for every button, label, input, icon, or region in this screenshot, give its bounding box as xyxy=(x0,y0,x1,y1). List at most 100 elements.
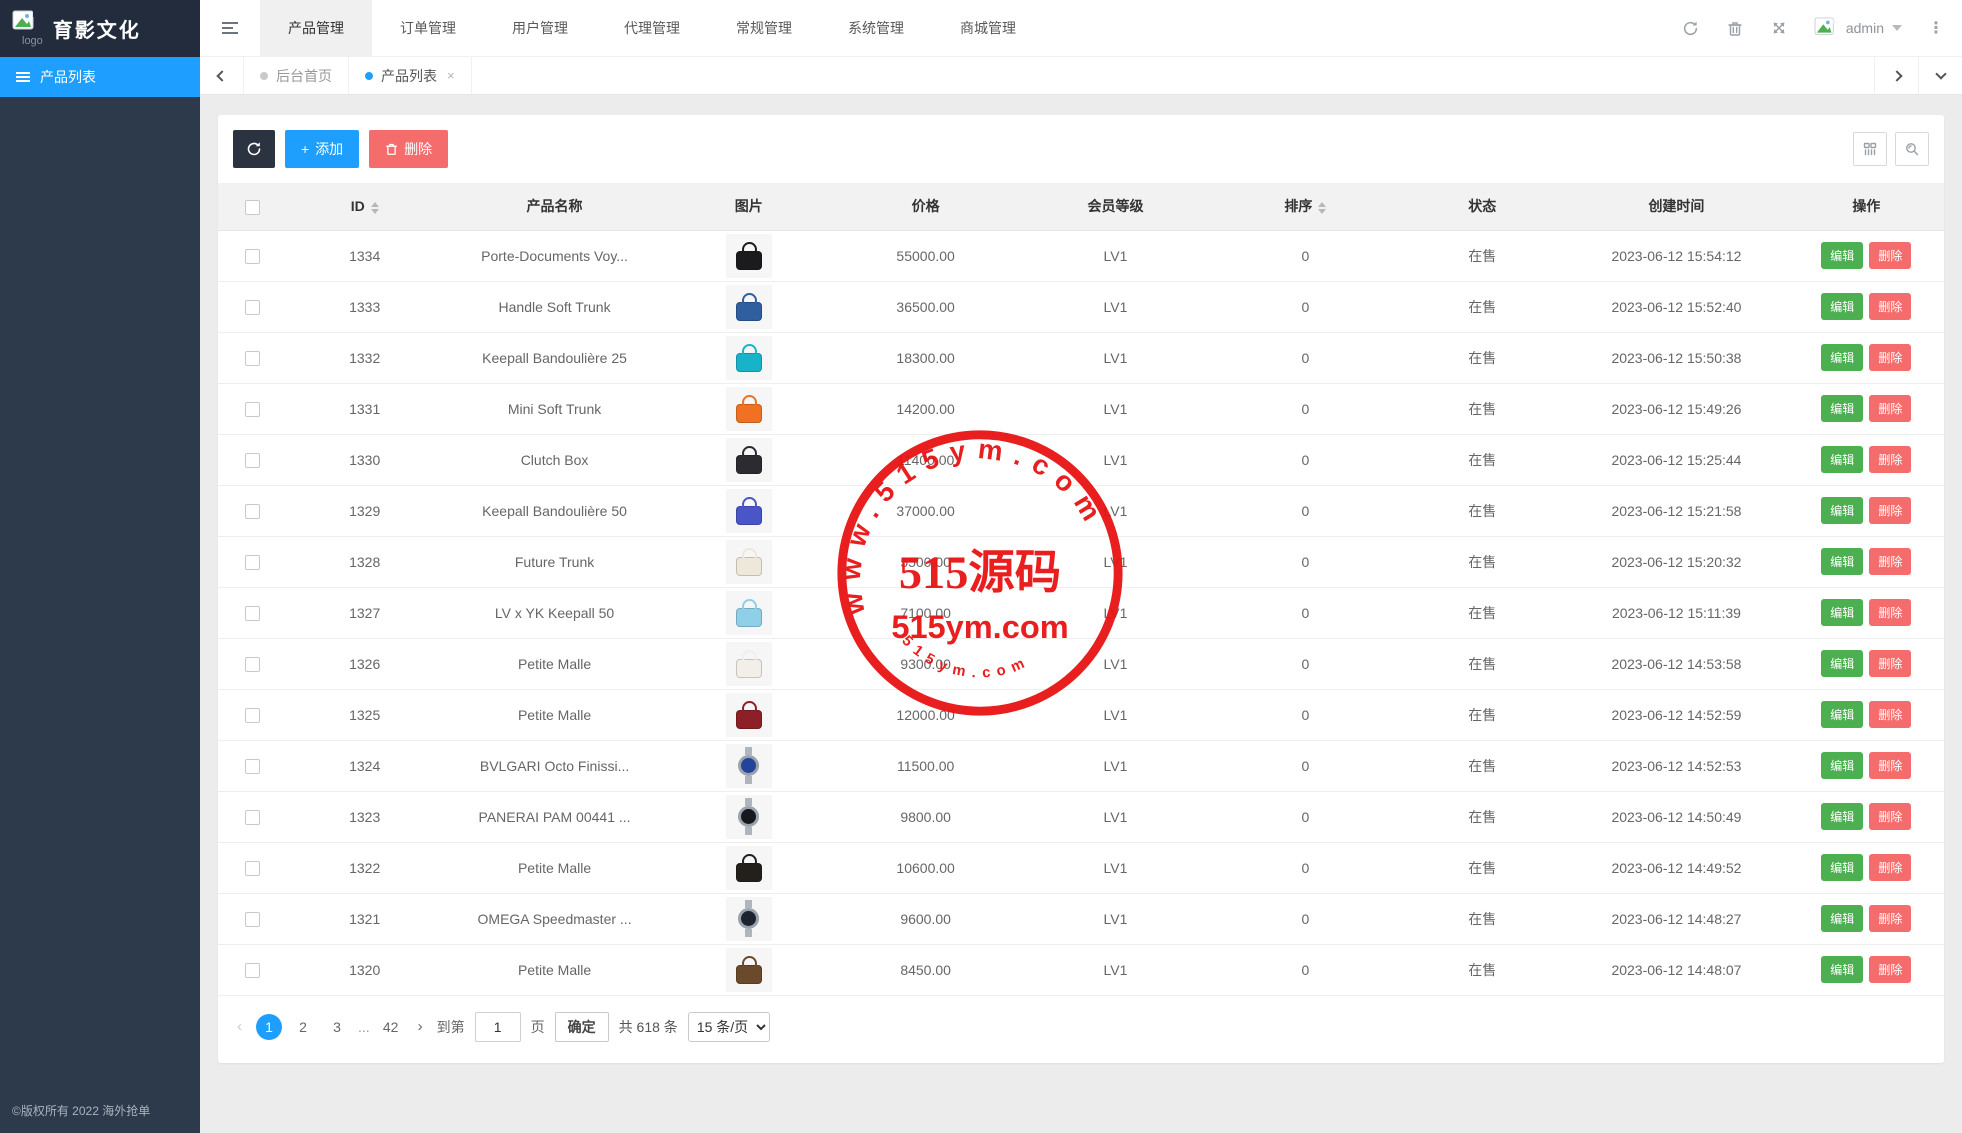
refresh-icon[interactable] xyxy=(1682,19,1700,37)
edit-button[interactable]: 编辑 xyxy=(1821,854,1863,881)
sidebar-toggle-icon[interactable] xyxy=(200,0,260,56)
delete-button[interactable]: 删除 xyxy=(1869,293,1911,320)
column-header[interactable]: ID xyxy=(287,183,442,230)
row-checkbox[interactable] xyxy=(245,300,260,315)
select-all-checkbox[interactable] xyxy=(245,200,260,215)
row-checkbox[interactable] xyxy=(245,606,260,621)
breadcrumb-tab[interactable]: 后台首页 xyxy=(244,57,349,94)
product-image[interactable] xyxy=(726,285,772,329)
delete-button[interactable]: 删除 xyxy=(1869,548,1911,575)
delete-button[interactable]: 删除 xyxy=(1869,344,1911,371)
nav-item[interactable]: 用户管理 xyxy=(484,0,596,56)
edit-button[interactable]: 编辑 xyxy=(1821,548,1863,575)
edit-button[interactable]: 编辑 xyxy=(1821,344,1863,371)
delete-button[interactable]: 删除 xyxy=(1869,854,1911,881)
columns-toggle-icon[interactable] xyxy=(1853,132,1887,166)
page-number-button[interactable]: 1 xyxy=(256,1014,282,1040)
tabs-scroll-left-icon[interactable] xyxy=(200,57,244,94)
page-number-button[interactable]: 2 xyxy=(290,1014,316,1040)
product-image[interactable] xyxy=(726,489,772,533)
delete-button[interactable]: 删除 xyxy=(1869,395,1911,422)
row-checkbox[interactable] xyxy=(245,351,260,366)
edit-button[interactable]: 编辑 xyxy=(1821,803,1863,830)
delete-button[interactable]: 删除 xyxy=(1869,446,1911,473)
edit-button[interactable]: 编辑 xyxy=(1821,395,1863,422)
delete-button[interactable]: 删除 xyxy=(1869,242,1911,269)
product-image[interactable] xyxy=(726,438,772,482)
row-checkbox[interactable] xyxy=(245,555,260,570)
edit-button[interactable]: 编辑 xyxy=(1821,650,1863,677)
product-image[interactable] xyxy=(726,336,772,380)
page-size-select[interactable]: 15 条/页 xyxy=(688,1012,770,1042)
edit-button[interactable]: 编辑 xyxy=(1821,242,1863,269)
edit-button[interactable]: 编辑 xyxy=(1821,956,1863,983)
product-image[interactable] xyxy=(726,234,772,278)
product-image[interactable] xyxy=(726,795,772,839)
tabs-scroll-right-icon[interactable] xyxy=(1874,57,1918,94)
product-image[interactable] xyxy=(726,540,772,584)
nav-item[interactable]: 常规管理 xyxy=(708,0,820,56)
user-menu[interactable]: admin xyxy=(1814,17,1902,39)
edit-button[interactable]: 编辑 xyxy=(1821,701,1863,728)
nav-item[interactable]: 产品管理 xyxy=(260,0,372,56)
page-number-button[interactable]: 3 xyxy=(324,1014,350,1040)
close-icon[interactable]: × xyxy=(447,68,455,83)
breadcrumb-tab[interactable]: 产品列表× xyxy=(349,57,472,94)
row-checkbox[interactable] xyxy=(245,249,260,264)
edit-button[interactable]: 编辑 xyxy=(1821,497,1863,524)
row-checkbox[interactable] xyxy=(245,810,260,825)
product-image[interactable] xyxy=(726,387,772,431)
row-checkbox[interactable] xyxy=(245,402,260,417)
nav-item[interactable]: 订单管理 xyxy=(372,0,484,56)
delete-button[interactable]: 删除 xyxy=(1869,701,1911,728)
sidebar-item-product-list[interactable]: 产品列表 xyxy=(0,57,200,97)
edit-button[interactable]: 编辑 xyxy=(1821,599,1863,626)
prev-page-icon[interactable]: ‹ xyxy=(233,1018,246,1035)
row-checkbox[interactable] xyxy=(245,759,260,774)
row-checkbox[interactable] xyxy=(245,861,260,876)
edit-button[interactable]: 编辑 xyxy=(1821,446,1863,473)
row-checkbox[interactable] xyxy=(245,963,260,978)
product-image[interactable] xyxy=(726,846,772,890)
goto-page-input[interactable] xyxy=(475,1012,521,1042)
bulk-delete-button[interactable]: 删除 xyxy=(369,130,448,168)
nav-item[interactable]: 代理管理 xyxy=(596,0,708,56)
row-checkbox[interactable] xyxy=(245,657,260,672)
fullscreen-icon[interactable] xyxy=(1770,19,1788,37)
sort-icon[interactable] xyxy=(371,202,379,214)
delete-button[interactable]: 删除 xyxy=(1869,803,1911,830)
delete-button[interactable]: 删除 xyxy=(1869,650,1911,677)
row-checkbox[interactable] xyxy=(245,912,260,927)
product-image[interactable] xyxy=(726,744,772,788)
search-icon[interactable] xyxy=(1895,132,1929,166)
product-image[interactable] xyxy=(726,948,772,992)
cell-created-time: 2023-06-12 15:49:26 xyxy=(1564,383,1788,434)
row-checkbox[interactable] xyxy=(245,504,260,519)
nav-item[interactable]: 系统管理 xyxy=(820,0,932,56)
delete-button[interactable]: 删除 xyxy=(1869,497,1911,524)
delete-button[interactable]: 删除 xyxy=(1869,956,1911,983)
next-page-icon[interactable]: › xyxy=(414,1018,427,1035)
row-checkbox[interactable] xyxy=(245,708,260,723)
refresh-button[interactable] xyxy=(233,130,275,168)
product-image[interactable] xyxy=(726,642,772,686)
product-image[interactable] xyxy=(726,591,772,635)
column-header[interactable]: 排序 xyxy=(1210,183,1400,230)
product-image[interactable] xyxy=(726,693,772,737)
tabs-menu-icon[interactable] xyxy=(1918,57,1962,94)
edit-button[interactable]: 编辑 xyxy=(1821,752,1863,779)
page-number-button[interactable]: 42 xyxy=(378,1014,404,1040)
trash-icon[interactable] xyxy=(1726,19,1744,37)
product-image[interactable] xyxy=(726,897,772,941)
delete-button[interactable]: 删除 xyxy=(1869,599,1911,626)
add-button[interactable]: +添加 xyxy=(285,130,359,168)
delete-button[interactable]: 删除 xyxy=(1869,905,1911,932)
goto-confirm-button[interactable]: 确定 xyxy=(555,1012,609,1042)
edit-button[interactable]: 编辑 xyxy=(1821,905,1863,932)
delete-button[interactable]: 删除 xyxy=(1869,752,1911,779)
sort-icon[interactable] xyxy=(1318,202,1326,214)
edit-button[interactable]: 编辑 xyxy=(1821,293,1863,320)
nav-item[interactable]: 商城管理 xyxy=(932,0,1044,56)
row-checkbox[interactable] xyxy=(245,453,260,468)
more-menu-icon[interactable]: ⋮ xyxy=(1928,18,1944,38)
